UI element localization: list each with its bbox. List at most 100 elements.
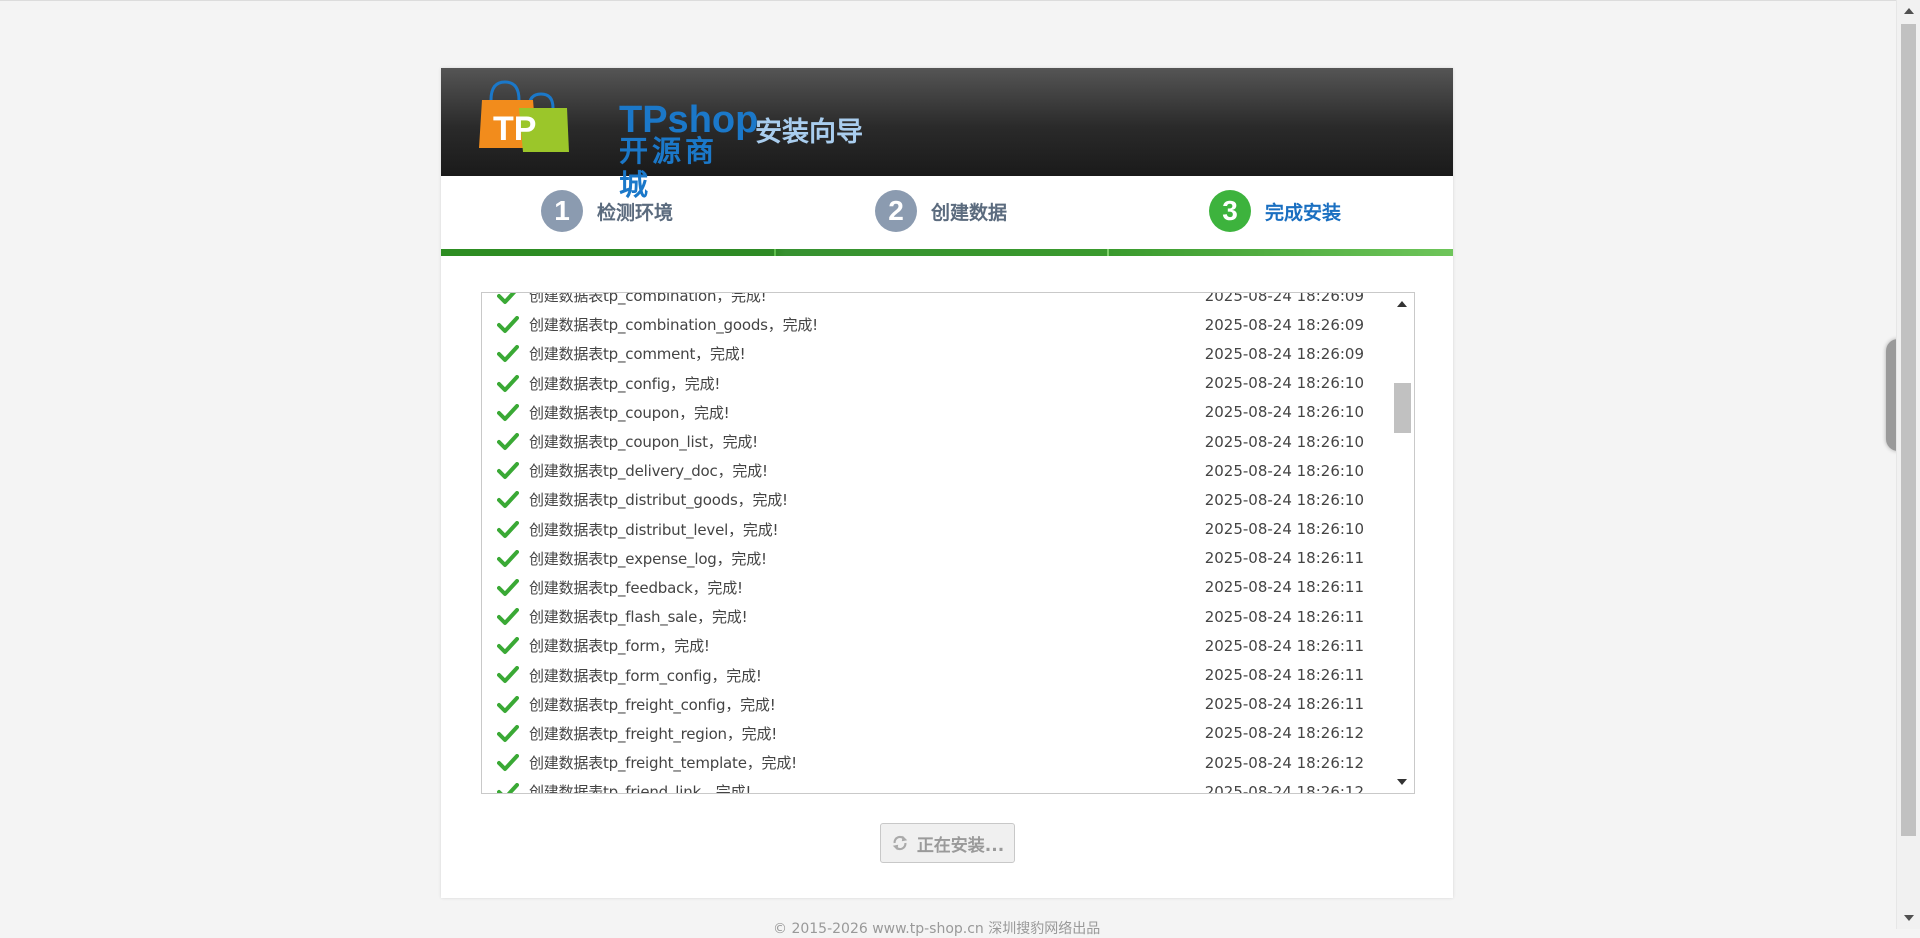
log-time: 2025-08-24 18:26:11 (1204, 607, 1364, 626)
log-row: 创建数据表tp_form，完成! 2025-08-24 18:26:11 (482, 631, 1387, 660)
log-time: 2025-08-24 18:26:11 (1204, 636, 1364, 655)
logo-letter-t: TP (493, 110, 536, 148)
log-row: 创建数据表tp_combination_goods，完成! 2025-08-24 … (482, 310, 1387, 339)
log-row: 创建数据表tp_coupon，完成! 2025-08-24 18:26:10 (482, 398, 1387, 427)
progress-bar (441, 249, 1453, 256)
log-message: 创建数据表tp_comment，完成! (529, 345, 746, 364)
log-row: 创建数据表tp_distribut_level，完成! 2025-08-24 18… (482, 515, 1387, 544)
page-scroll-down-icon[interactable] (1904, 915, 1914, 921)
log-message: 创建数据表tp_distribut_level，完成! (529, 520, 779, 539)
wizard-title: 安装向导 (755, 117, 863, 148)
log-message: 创建数据表tp_form，完成! (529, 637, 710, 656)
log-message: 创建数据表tp_coupon_list，完成! (529, 433, 758, 452)
log-time: 2025-08-24 18:26:10 (1204, 374, 1364, 393)
check-icon (497, 637, 519, 655)
step-label: 检测环境 (597, 201, 674, 224)
log-row: 创建数据表tp_flash_sale，完成! 2025-08-24 18:26:1… (482, 602, 1387, 631)
scroll-down-arrow-icon[interactable] (1397, 779, 1407, 785)
check-icon (497, 783, 519, 793)
check-icon (497, 432, 519, 450)
log-row: 创建数据表tp_freight_region，完成! 2025-08-24 18:… (482, 719, 1387, 748)
log-time: 2025-08-24 18:26:11 (1204, 549, 1364, 568)
refresh-spinner-icon (892, 835, 908, 851)
check-icon (497, 549, 519, 567)
log-message: 创建数据表tp_friend_link，完成! (529, 783, 752, 794)
log-time: 2025-08-24 18:26:09 (1204, 315, 1364, 334)
check-icon (497, 403, 519, 421)
log-message: 创建数据表tp_combination_goods，完成! (529, 316, 818, 335)
step-number: 1 (541, 190, 583, 232)
log-time: 2025-08-24 18:26:09 (1204, 292, 1364, 305)
check-icon (497, 754, 519, 771)
log-time: 2025-08-24 18:26:10 (1204, 403, 1364, 422)
log-message: 创建数据表tp_config，完成! (529, 374, 721, 393)
step-check-environment: 1 检测环境 (541, 188, 673, 234)
log-row: 创建数据表tp_feedback，完成! 2025-08-24 18:26:11 (482, 573, 1387, 602)
log-message: 创建数据表tp_expense_log，完成! (529, 549, 767, 568)
log-message: 创建数据表tp_delivery_doc，完成! (529, 462, 768, 481)
log-row: 创建数据表tp_coupon_list，完成! 2025-08-24 18:26:… (482, 427, 1387, 456)
installing-button[interactable]: 正在安装... (880, 823, 1015, 863)
scroll-up-arrow-icon[interactable] (1397, 301, 1407, 307)
log-row: 创建数据表tp_comment，完成! 2025-08-24 18:26:09 (482, 339, 1387, 368)
log-time: 2025-08-24 18:26:11 (1204, 578, 1364, 597)
step-number-active: 3 (1209, 190, 1251, 232)
check-icon (497, 374, 519, 392)
log-time: 2025-08-24 18:26:10 (1204, 490, 1364, 509)
check-icon (497, 520, 519, 538)
check-icon (497, 345, 519, 363)
log-scrollbar[interactable] (1391, 293, 1414, 793)
header-bar: TP TPshop 开源商城 安装向导 (441, 68, 1453, 202)
steps-bar: 1 检测环境 2 创建数据 3 完成安装 (441, 176, 1453, 252)
tpshop-logo: TP TPshop 开源商城 (479, 80, 758, 202)
page-scroll-up-icon[interactable] (1904, 8, 1914, 14)
check-icon (497, 316, 519, 334)
check-icon (497, 491, 519, 509)
step-label-active: 完成安装 (1265, 201, 1342, 224)
step-create-data: 2 创建数据 (875, 188, 1007, 234)
log-row: 创建数据表tp_friend_link，完成! 2025-08-24 18:26:… (482, 777, 1387, 794)
check-icon (497, 578, 519, 596)
log-message: 创建数据表tp_flash_sale，完成! (529, 608, 748, 627)
progress-divider (1107, 249, 1109, 256)
log-time: 2025-08-24 18:26:11 (1204, 666, 1364, 685)
check-icon (497, 462, 519, 480)
log-message: 创建数据表tp_freight_region，完成! (529, 724, 778, 743)
installing-button-label: 正在安装... (916, 835, 1005, 856)
scroll-thumb[interactable] (1394, 383, 1411, 433)
log-row: 创建数据表tp_delivery_doc，完成! 2025-08-24 18:26… (482, 456, 1387, 485)
footer-copyright: © 2015-2026 www.tp-shop.cn 深圳搜豹网络出品 (773, 921, 1101, 937)
log-time: 2025-08-24 18:26:12 (1204, 753, 1364, 772)
shopping-bag-logo-icon: TP (479, 80, 569, 152)
log-time: 2025-08-24 18:26:11 (1204, 695, 1364, 714)
check-icon (497, 695, 519, 713)
log-message: 创建数据表tp_distribut_goods，完成! (529, 491, 788, 510)
log-message: 创建数据表tp_freight_template，完成! (529, 754, 797, 773)
log-message: 创建数据表tp_freight_config，完成! (529, 695, 776, 714)
check-icon (497, 293, 517, 304)
log-time: 2025-08-24 18:26:10 (1204, 520, 1364, 539)
top-border (0, 0, 1897, 1)
check-icon (497, 666, 519, 684)
install-log[interactable]: 创建数据表tp_combination，完成! 2025-08-24 18:26:… (481, 292, 1415, 794)
check-icon (497, 608, 519, 626)
log-row: 创建数据表tp_config，完成! 2025-08-24 18:26:10 (482, 369, 1387, 398)
log-time: 2025-08-24 18:26:10 (1204, 432, 1364, 451)
log-row: 创建数据表tp_freight_config，完成! 2025-08-24 18:… (482, 690, 1387, 719)
log-message: 创建数据表tp_coupon，完成! (529, 403, 730, 422)
step-finish-install: 3 完成安装 (1209, 188, 1341, 234)
page-scrollbar[interactable] (1896, 0, 1920, 929)
check-icon (497, 724, 519, 742)
log-message: 创建数据表tp_form_config，完成! (529, 666, 762, 685)
log-row: 创建数据表tp_form_config，完成! 2025-08-24 18:26:… (482, 660, 1387, 689)
log-time: 2025-08-24 18:26:12 (1204, 782, 1364, 794)
progress-divider (774, 249, 776, 256)
log-time: 2025-08-24 18:26:09 (1204, 344, 1364, 363)
log-row: 创建数据表tp_combination，完成! 2025-08-24 18:26:… (482, 292, 1387, 310)
step-label: 创建数据 (931, 201, 1008, 224)
log-row: 创建数据表tp_distribut_goods，完成! 2025-08-24 18… (482, 485, 1387, 514)
log-time: 2025-08-24 18:26:10 (1204, 461, 1364, 480)
log-message: 创建数据表tp_combination，完成! (529, 292, 767, 306)
log-time: 2025-08-24 18:26:12 (1204, 724, 1364, 743)
page-scroll-thumb[interactable] (1901, 24, 1916, 836)
